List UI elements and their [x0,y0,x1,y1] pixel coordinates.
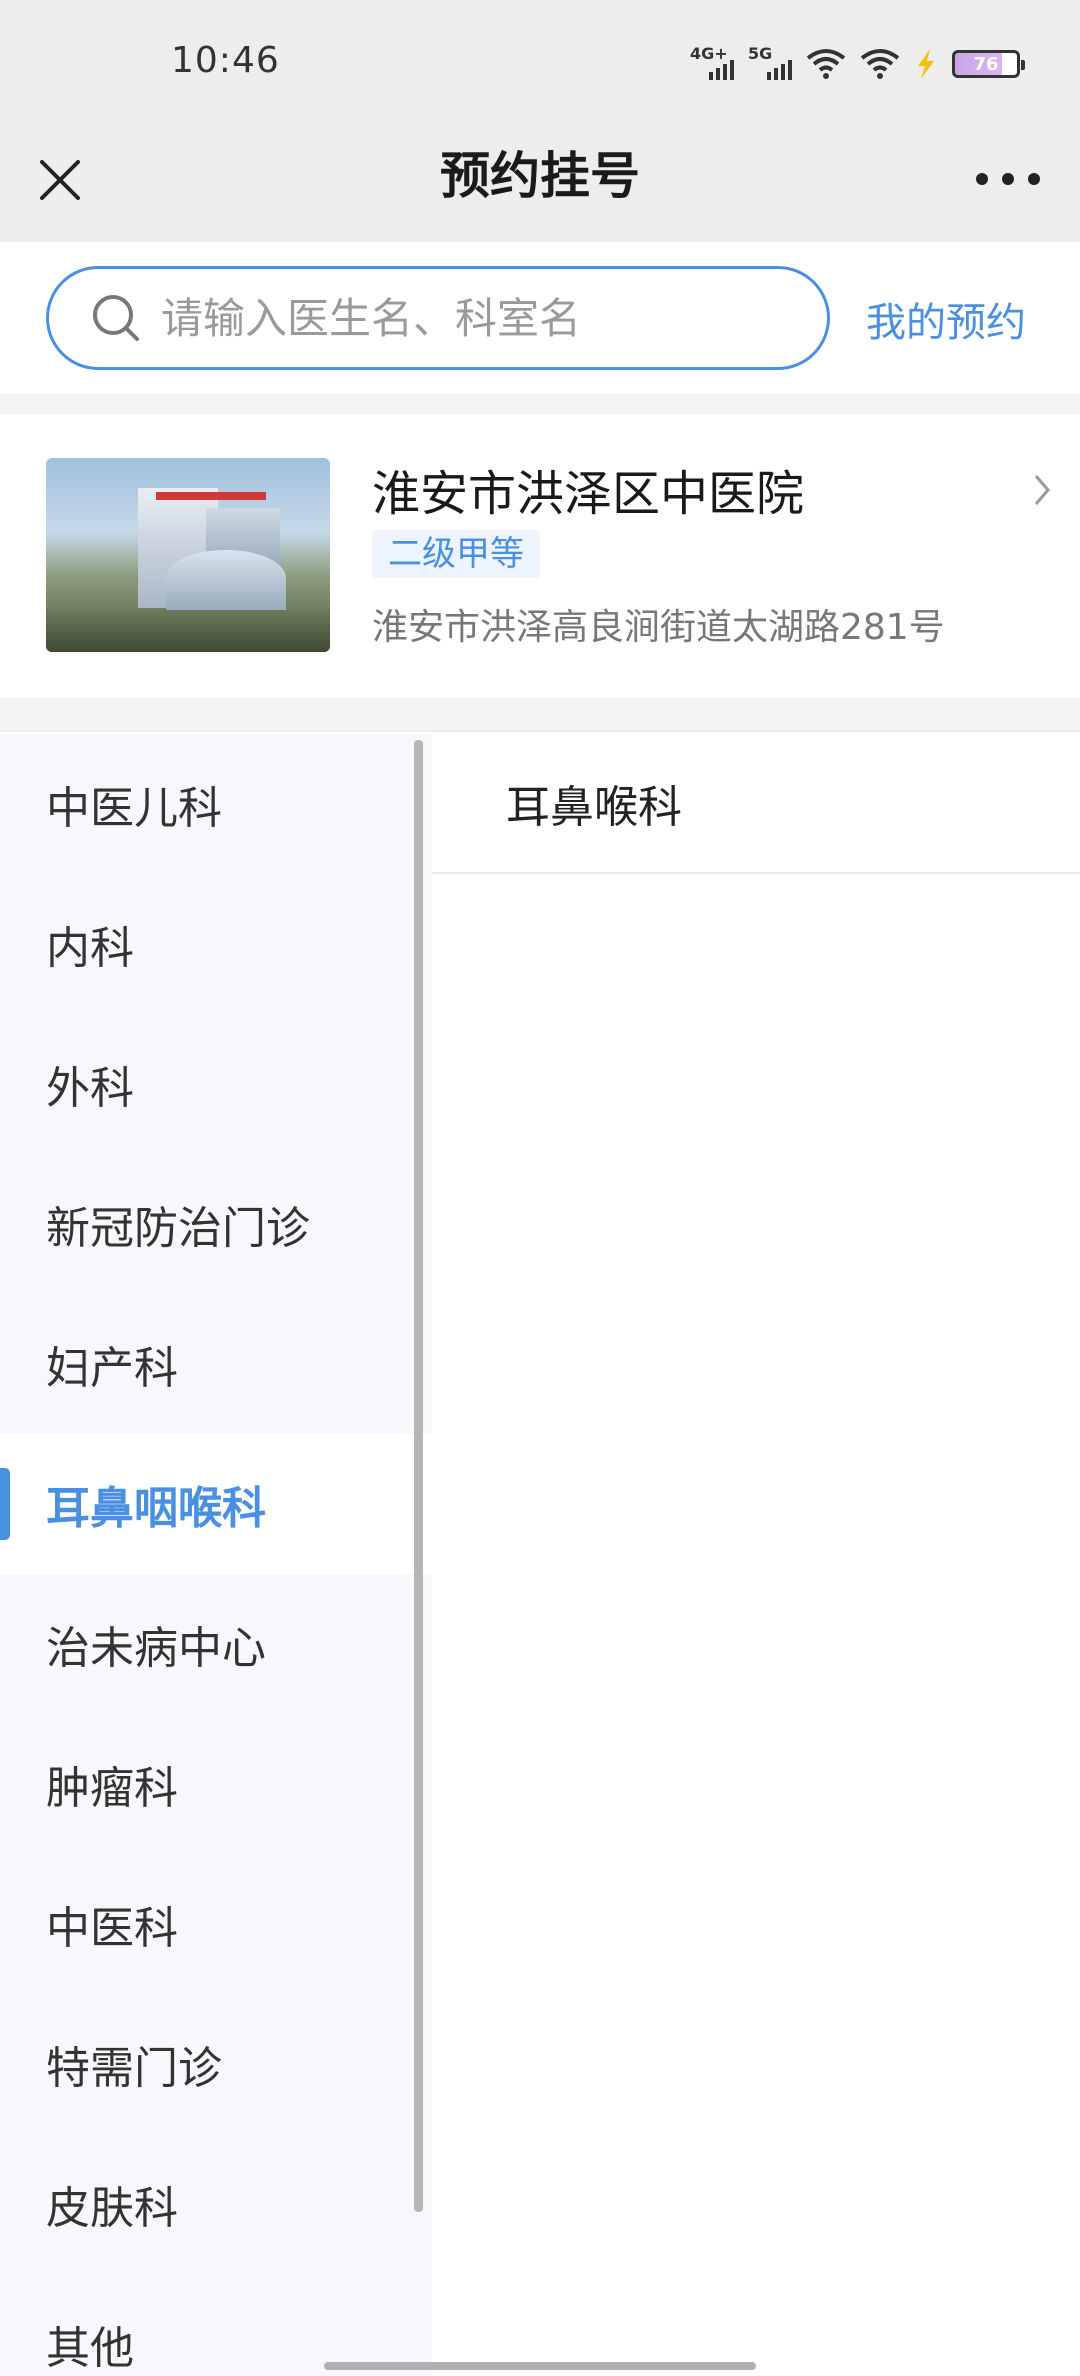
dept-label: 治未病中心 [46,1623,266,1674]
home-indicator[interactable] [324,2362,756,2370]
dept-label: 中医科 [46,1903,178,1954]
search-icon [93,295,139,341]
hospital-address: 淮安市洪泽高良涧街道太湖路281号 [372,607,945,648]
dept-label: 其他 [46,2323,134,2374]
hospital-image [46,458,330,652]
sub-dept-label: 耳鼻喉科 [506,782,682,833]
sub-dept-item-erbihou[interactable]: 耳鼻喉科 [432,734,1080,874]
dept-item-zhiweibing[interactable]: 治未病中心 [0,1574,432,1714]
section-divider [0,394,1080,414]
dept-label: 妇产科 [46,1343,178,1394]
dept-label: 中医儿科 [46,783,222,834]
dept-item-waike[interactable]: 外科 [0,1014,432,1154]
hospital-name: 淮安市洪泽区中医院 [372,466,805,522]
status-icons: 4G+ 5G 76 [690,44,1025,84]
dept-item-pifu[interactable]: 皮肤科 [0,2134,432,2274]
hospital-card[interactable]: 淮安市洪泽区中医院 二级甲等 淮安市洪泽高良涧街道太湖路281号 [0,414,1080,698]
dept-label: 外科 [46,1063,134,1114]
page-title: 预约挂号 [440,147,640,205]
dept-item-fuchanke[interactable]: 妇产科 [0,1294,432,1434]
dept-item-xinguan[interactable]: 新冠防治门诊 [0,1154,432,1294]
my-appointments-link[interactable]: 我的预约 [866,290,1026,348]
dept-item-zhongliu[interactable]: 肿瘤科 [0,1714,432,1854]
search-box[interactable] [46,266,830,370]
search-input[interactable] [161,293,781,343]
wifi-icon-secondary [860,49,900,79]
charging-bolt-icon [918,49,934,79]
dept-item-zhongyike[interactable]: 中医科 [0,1854,432,1994]
dept-item-neike[interactable]: 内科 [0,874,432,1014]
sub-department-list: 耳鼻喉科 [432,734,1080,2376]
dept-label: 特需门诊 [46,2043,222,2094]
section-divider [0,698,1080,732]
battery-level: 76 [973,53,999,75]
dept-label: 肿瘤科 [46,1763,178,1814]
department-list: 中医儿科 内科 外科 新冠防治门诊 妇产科 耳鼻咽喉科 治未病中心 肿瘤科 中医… [0,734,432,2376]
status-bar: 10:46 4G+ 5G 76 [0,0,1080,130]
hospital-level-badge: 二级甲等 [372,530,540,578]
status-time: 10:46 [171,40,280,81]
search-row: 我的预约 [0,242,1080,394]
dept-label: 耳鼻咽喉科 [46,1483,266,1534]
dept-item-qita[interactable]: 其他 [0,2274,432,2376]
signal-5g-icon: 5G [748,44,792,82]
wifi-icon [806,49,846,79]
department-scrollbar[interactable] [414,740,423,2212]
dept-item-texu[interactable]: 特需门诊 [0,1994,432,2134]
signal-4g-icon: 4G+ [690,44,734,82]
dept-label: 新冠防治门诊 [46,1203,310,1254]
dept-item-zhongyi-erke[interactable]: 中医儿科 [0,734,432,874]
chevron-right-icon [1034,475,1050,505]
dept-label: 皮肤科 [46,2183,178,2234]
dept-item-erbiyanhou-active[interactable]: 耳鼻咽喉科 [0,1434,432,1574]
battery-icon: 76 [952,50,1025,78]
active-indicator [0,1468,10,1540]
dept-label: 内科 [46,923,134,974]
